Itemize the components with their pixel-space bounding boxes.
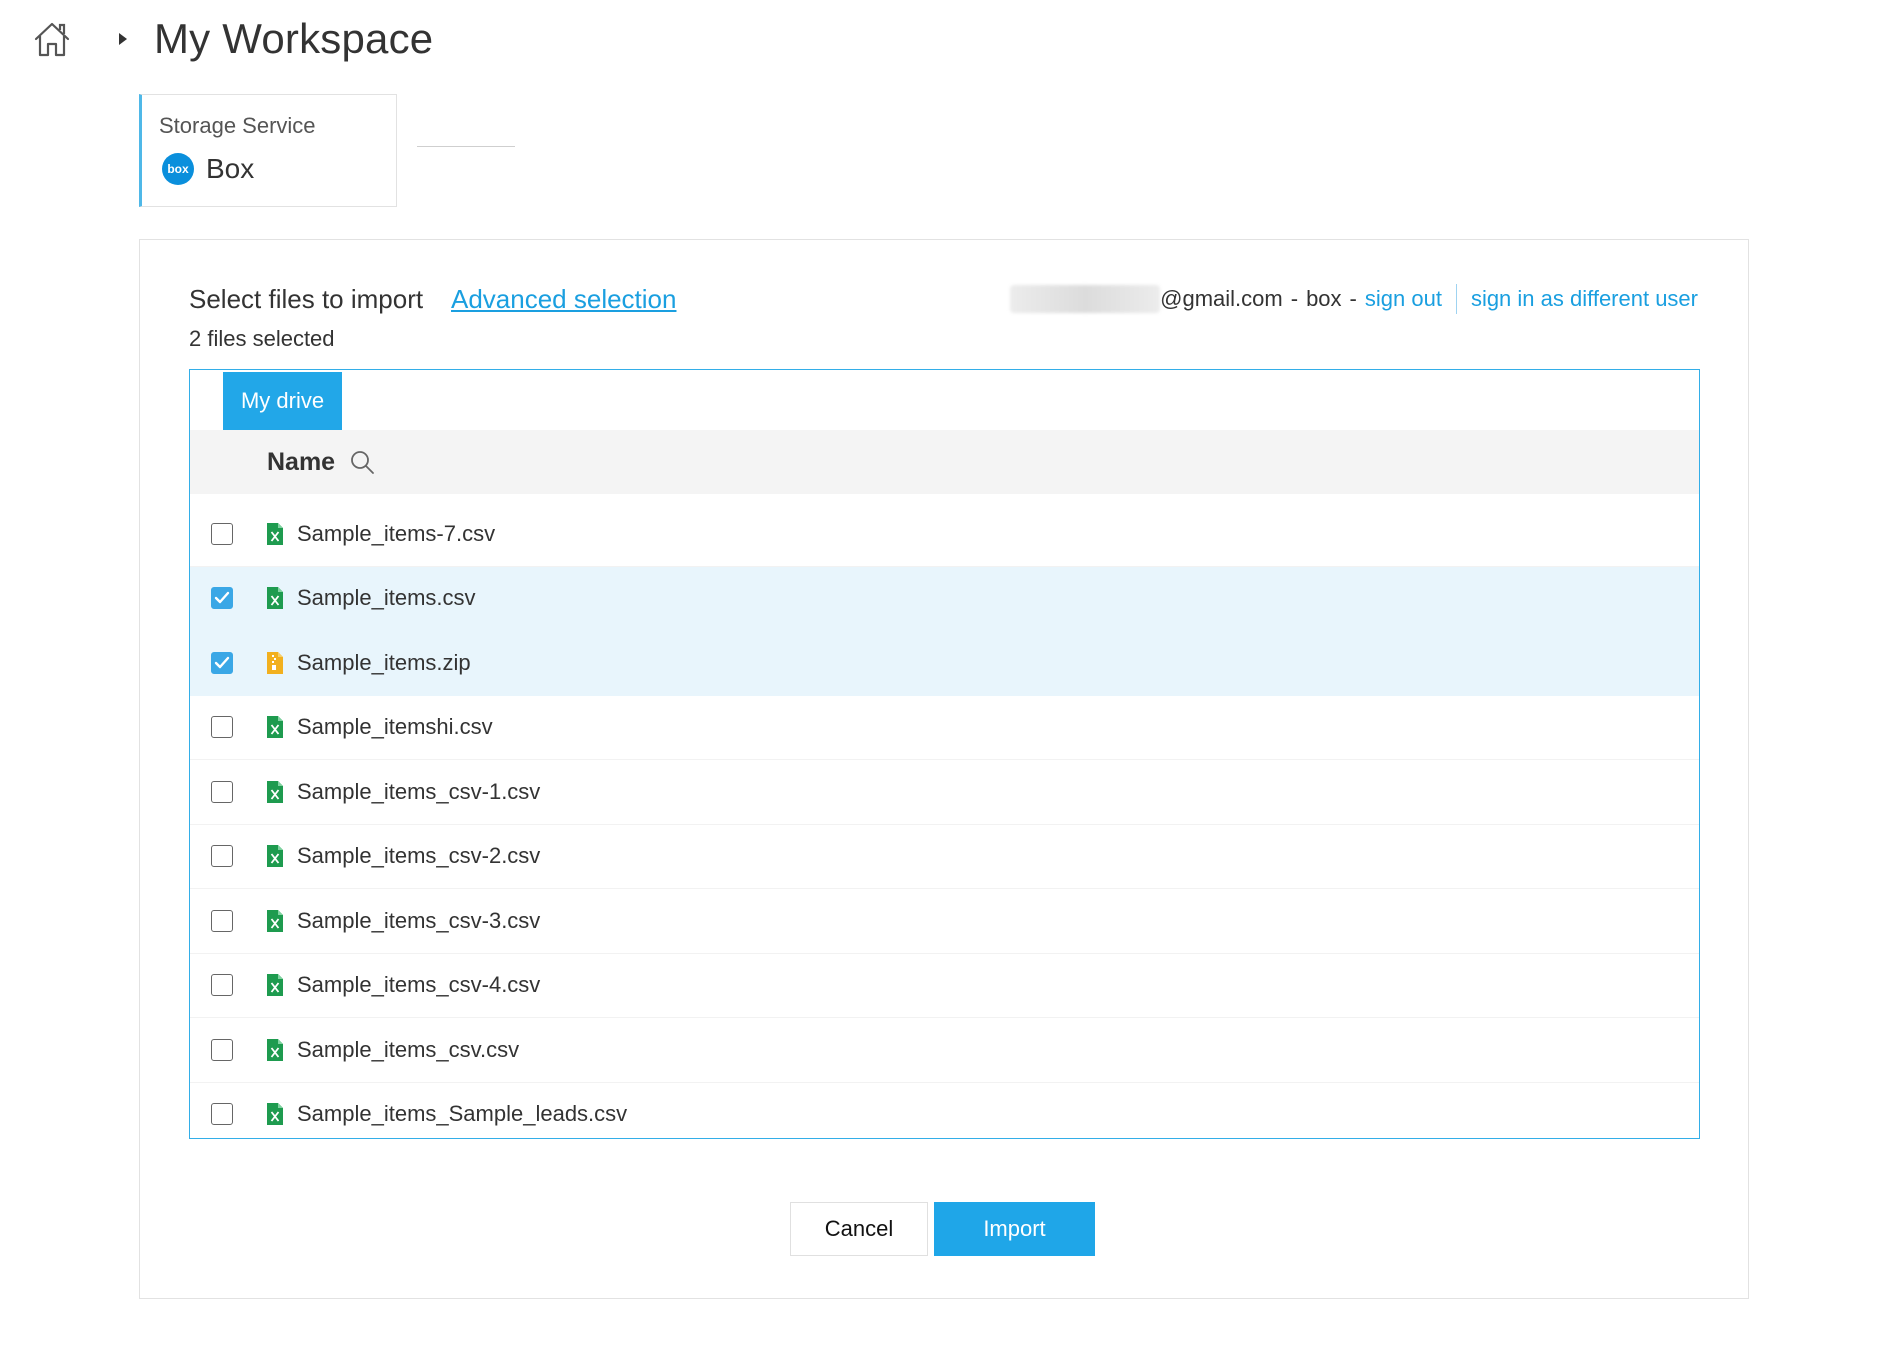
select-files-label: Select files to import: [189, 284, 424, 314]
csv-file-icon: [267, 909, 285, 933]
caret-right-icon: [118, 29, 132, 49]
file-row[interactable]: Sample_items_csv-1.csv: [190, 760, 1699, 825]
file-name: Sample_items_csv-1.csv: [297, 778, 541, 804]
file-row[interactable]: Sample_items_csv-2.csv: [190, 825, 1699, 889]
file-checkbox[interactable]: [211, 587, 233, 610]
file-checkbox[interactable]: [211, 522, 233, 545]
file-name: Sample_items-7.csv: [297, 520, 496, 546]
tab-my-drive[interactable]: My drive: [223, 372, 342, 430]
storage-service-value: box Box: [162, 153, 254, 185]
home-icon[interactable]: [28, 15, 76, 63]
file-name: Sample_items_Sample_leads.csv: [297, 1101, 628, 1127]
file-row[interactable]: Sample_items_csv.csv: [190, 1018, 1699, 1083]
storage-service-label: Storage Service: [159, 113, 316, 138]
import-panel: Select files to import Advanced selectio…: [139, 239, 1749, 1299]
account-separator: -: [1290, 286, 1299, 311]
breadcrumb: My Workspace: [28, 14, 433, 64]
action-buttons: Cancel Import: [790, 1202, 1095, 1256]
csv-file-icon: [267, 715, 285, 739]
file-checkbox[interactable]: [211, 909, 233, 932]
email-suffix: @gmail.com: [1160, 286, 1283, 311]
zip-file-icon: [267, 651, 285, 675]
file-row[interactable]: Sample_items-7.csv: [190, 502, 1699, 567]
box-logo-icon: box: [162, 153, 194, 185]
files-selected-count: 2 files selected: [189, 326, 335, 351]
csv-file-icon: [267, 973, 285, 997]
file-name: Sample_itemshi.csv: [297, 714, 493, 740]
csv-file-icon: [267, 780, 285, 804]
file-checkbox[interactable]: [211, 845, 233, 868]
file-list: Sample_items-7.csv Sample_items.csv Sample…: [190, 502, 1699, 1139]
file-name: Sample_items_csv.csv: [297, 1036, 520, 1062]
file-name: Sample_items_csv-4.csv: [297, 972, 541, 998]
file-checkbox[interactable]: [211, 1038, 233, 1061]
file-checkbox[interactable]: [211, 974, 233, 997]
csv-file-icon: [267, 522, 285, 546]
file-row[interactable]: Sample_items_Sample_leads.csv: [190, 1083, 1699, 1139]
advanced-selection-link[interactable]: Advanced selection: [451, 284, 676, 315]
file-checkbox[interactable]: [211, 1103, 233, 1126]
file-row[interactable]: Sample_items.csv: [190, 566, 1699, 631]
csv-file-icon: [267, 844, 285, 868]
file-checkbox[interactable]: [211, 780, 233, 803]
file-name: Sample_items.zip: [297, 649, 471, 675]
account-info: @gmail.com - box - sign out sign in as d…: [1010, 284, 1698, 314]
file-name: Sample_items.csv: [297, 585, 476, 611]
csv-file-icon: [267, 1102, 285, 1126]
file-list-header: Name: [190, 430, 1699, 494]
storage-service-card[interactable]: Storage Service box Box: [139, 94, 397, 207]
step-connector: [417, 146, 515, 147]
column-header-name[interactable]: Name: [267, 448, 335, 477]
account-divider: [1455, 284, 1457, 314]
account-separator: -: [1349, 286, 1357, 311]
sign-in-different-user-link[interactable]: sign in as different user: [1471, 286, 1698, 312]
account-provider: box: [1306, 286, 1342, 311]
sign-out-link[interactable]: sign out: [1365, 286, 1442, 312]
file-row[interactable]: Sample_itemshi.csv: [190, 696, 1699, 760]
import-button[interactable]: Import: [934, 1202, 1095, 1256]
file-row[interactable]: Sample_items.zip: [190, 631, 1699, 696]
search-icon[interactable]: [349, 448, 377, 476]
storage-service-name: Box: [206, 153, 255, 184]
csv-file-icon: [267, 586, 285, 610]
file-checkbox[interactable]: [211, 651, 233, 674]
file-name: Sample_items_csv-2.csv: [297, 843, 541, 869]
csv-file-icon: [267, 1038, 285, 1062]
file-browser: My drive Name Sample_items-7.csv Sample_i…: [189, 369, 1700, 1139]
cancel-button[interactable]: Cancel: [790, 1202, 928, 1256]
file-row[interactable]: Sample_items_csv-3.csv: [190, 889, 1699, 954]
file-name: Sample_items_csv-3.csv: [297, 907, 541, 933]
email-redacted: [1010, 285, 1161, 313]
file-checkbox[interactable]: [211, 716, 233, 739]
file-row[interactable]: Sample_items_csv-4.csv: [190, 954, 1699, 1018]
page-title: My Workspace: [154, 15, 434, 62]
